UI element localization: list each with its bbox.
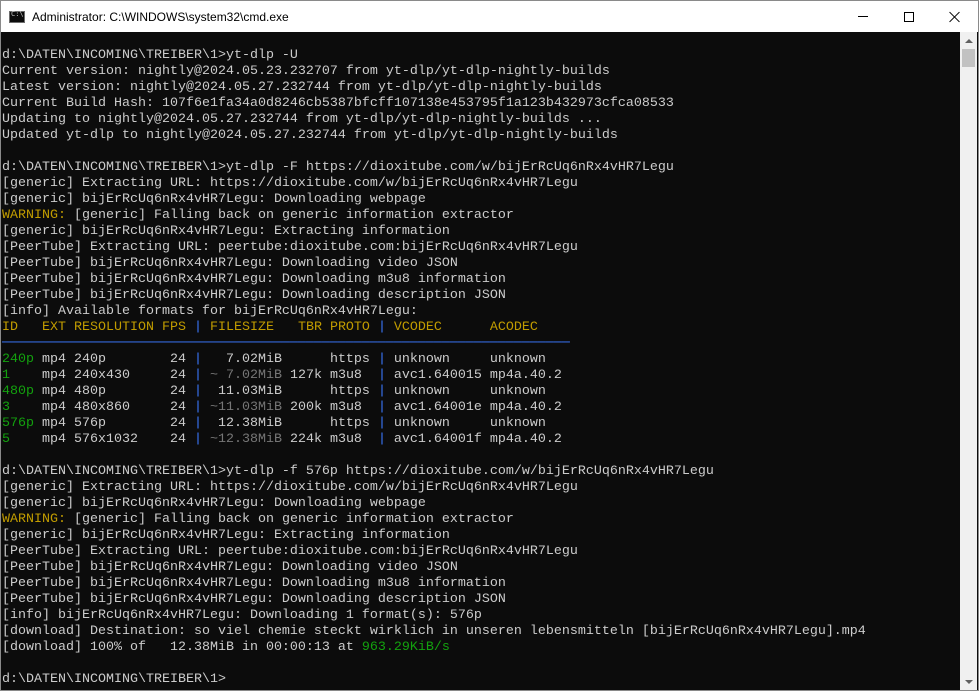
console-line: WARNING: [generic] Falling back on gener… [2, 208, 514, 223]
console-line: ────────────────────────────────────────… [2, 336, 570, 351]
scroll-thumb[interactable] [962, 49, 975, 67]
console-line: d:\DATEN\INCOMING\TREIBER\1>yt-dlp -U [2, 48, 298, 63]
console-line: 3 mp4 480x860 24 | ~11.03MiB 200k m3u8 |… [2, 400, 562, 415]
maximize-icon [904, 11, 914, 22]
console-line: [generic] bijErRcUq6nRx4vHR7Legu: Downlo… [2, 496, 426, 511]
minimize-button[interactable] [840, 1, 886, 32]
console-line: d:\DATEN\INCOMING\TREIBER\1>yt-dlp -F ht… [2, 160, 674, 175]
console-line: [generic] bijErRcUq6nRx4vHR7Legu: Downlo… [2, 192, 426, 207]
console-line: [PeerTube] bijErRcUq6nRx4vHR7Legu: Downl… [2, 576, 506, 591]
minimize-icon [858, 16, 868, 17]
console-line: ID EXT RESOLUTION FPS | FILESIZE TBR PRO… [2, 320, 538, 335]
console-line: [PeerTube] Extracting URL: peertube:diox… [2, 240, 578, 255]
console-line: [generic] bijErRcUq6nRx4vHR7Legu: Extrac… [2, 528, 450, 543]
window-controls [840, 1, 978, 32]
console-line: d:\DATEN\INCOMING\TREIBER\1>yt-dlp -f 57… [2, 464, 714, 479]
vertical-scrollbar[interactable] [960, 32, 977, 690]
console-line: [info] bijErRcUq6nRx4vHR7Legu: Downloadi… [2, 608, 482, 623]
console-line: 576p mp4 576p 24 | 12.38MiB https | unkn… [2, 416, 546, 431]
console-line: [generic] Extracting URL: https://dioxit… [2, 176, 578, 191]
console-line: [PeerTube] bijErRcUq6nRx4vHR7Legu: Downl… [2, 256, 458, 271]
scroll-up-button[interactable] [960, 32, 977, 49]
close-icon [949, 11, 961, 23]
console-line: Updated yt-dlp to nightly@2024.05.27.232… [2, 128, 618, 143]
console-line: [PeerTube] bijErRcUq6nRx4vHR7Legu: Downl… [2, 560, 458, 575]
title-bar[interactable]: Administrator: C:\WINDOWS\system32\cmd.e… [1, 1, 978, 32]
console-line: Updating to nightly@2024.05.27.232744 fr… [2, 112, 602, 127]
console-line: [download] 100% of 12.38MiB in 00:00:13 … [2, 640, 450, 655]
cmd-app-icon[interactable] [9, 10, 25, 23]
scroll-down-button[interactable] [960, 673, 977, 690]
console-line: [generic] Extracting URL: https://dioxit… [2, 480, 578, 495]
console-line: Latest version: nightly@2024.05.27.23274… [2, 80, 602, 95]
console-line: [PeerTube] bijErRcUq6nRx4vHR7Legu: Downl… [2, 272, 506, 287]
console-line: Current version: nightly@2024.05.23.2327… [2, 64, 610, 79]
console-line: 480p mp4 480p 24 | 11.03MiB https | unkn… [2, 384, 546, 399]
console-line: [PeerTube] Extracting URL: peertube:diox… [2, 544, 578, 559]
console-line: 1 mp4 240x430 24 | ~ 7.02MiB 127k m3u8 |… [2, 368, 562, 383]
console-line: 5 mp4 576x1032 24 | ~12.38MiB 224k m3u8 … [2, 432, 562, 447]
console-line: Current Build Hash: 107f6e1fa34a0d8246cb… [2, 96, 674, 111]
console-line: [PeerTube] bijErRcUq6nRx4vHR7Legu: Downl… [2, 288, 506, 303]
window-title: Administrator: C:\WINDOWS\system32\cmd.e… [32, 9, 289, 24]
chevron-up-icon [964, 38, 973, 43]
console-output[interactable]: d:\DATEN\INCOMING\TREIBER\1>yt-dlp -U Cur… [1, 32, 961, 690]
console-line: [info] Available formats for bijErRcUq6n… [2, 304, 418, 319]
console-line: [generic] bijErRcUq6nRx4vHR7Legu: Extrac… [2, 224, 450, 239]
console-line: [PeerTube] bijErRcUq6nRx4vHR7Legu: Downl… [2, 592, 506, 607]
console-line: 240p mp4 240p 24 | 7.02MiB https | unkno… [2, 352, 546, 367]
chevron-down-icon [964, 679, 973, 684]
maximize-button[interactable] [886, 1, 932, 32]
console-line: [download] Destination: so viel chemie s… [2, 624, 866, 639]
close-button[interactable] [932, 1, 978, 32]
cmd-window: Administrator: C:\WINDOWS\system32\cmd.e… [0, 0, 979, 691]
console-line: d:\DATEN\INCOMING\TREIBER\1> [2, 672, 226, 687]
console-line: WARNING: [generic] Falling back on gener… [2, 512, 514, 527]
